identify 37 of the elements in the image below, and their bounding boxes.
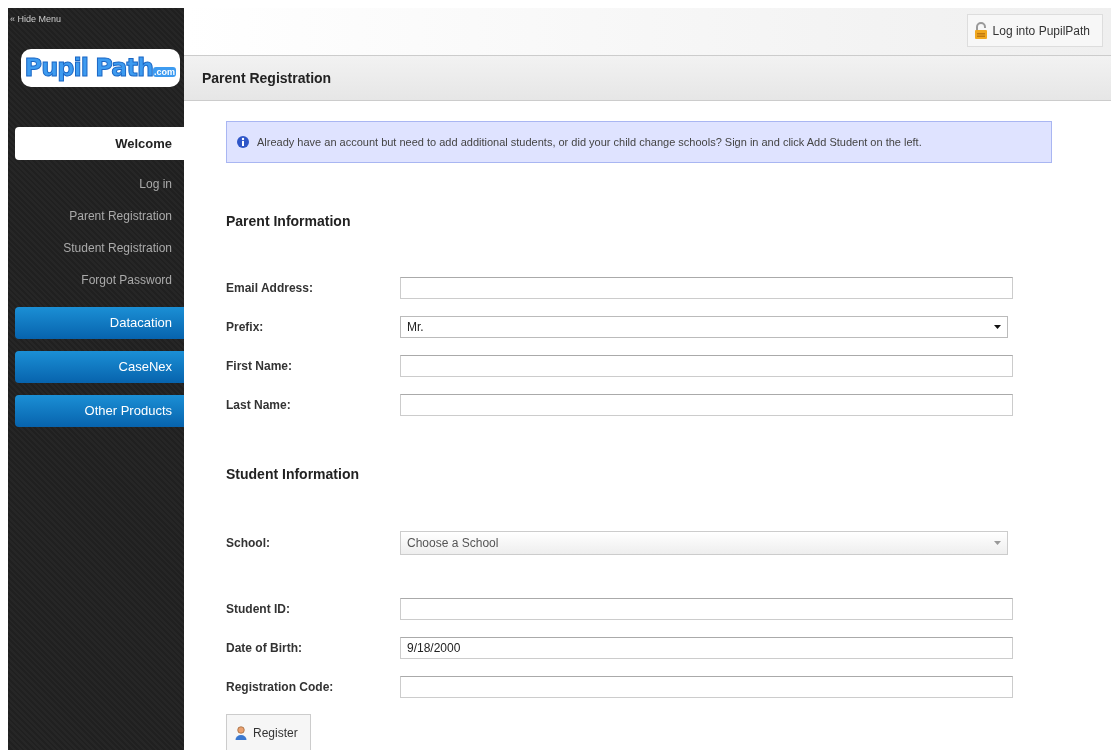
field-label: School: — [226, 536, 271, 550]
field-label: First Name: — [226, 358, 294, 373]
input-field[interactable]: 9/18/2000 — [400, 636, 1013, 659]
field-label: Date of Birth: — [226, 640, 303, 655]
input-field[interactable] — [400, 675, 1013, 698]
input-field[interactable] — [400, 393, 1013, 416]
caret-icon — [994, 541, 1001, 545]
field-label: Email Address: — [226, 280, 314, 295]
caret-icon — [994, 324, 1001, 329]
person-icon — [235, 726, 247, 740]
field-label: Last Name: — [226, 397, 292, 412]
prefix-dropdown[interactable]: Mr. — [400, 315, 1008, 338]
padlock-icon — [973, 22, 988, 39]
product-button[interactable]: Datacation — [15, 307, 184, 339]
input-field[interactable] — [400, 354, 1013, 377]
sidebar-link[interactable]: Student Registration — [8, 232, 184, 264]
section-heading: Parent Information — [226, 213, 352, 229]
school-dropdown[interactable]: Choose a School — [400, 531, 1008, 555]
login-button[interactable]: Log into PupilPath — [966, 14, 1103, 47]
section-heading: Student Information — [226, 466, 360, 482]
input-field[interactable] — [400, 276, 1013, 299]
hide-menu-link[interactable]: « Hide Menu — [8, 8, 62, 24]
pupil-path-logo: Pupil Path.com — [20, 49, 180, 87]
sidebar-tab[interactable]: Welcome — [15, 127, 184, 160]
info-icon — [237, 136, 249, 148]
register-button[interactable]: Register — [226, 714, 311, 750]
input-field[interactable] — [400, 597, 1013, 620]
field-label: Prefix: — [226, 319, 265, 334]
product-button[interactable]: Other Products — [15, 395, 184, 427]
sidebar-link[interactable]: Parent Registration — [8, 200, 184, 232]
sidebar-link[interactable]: Forgot Password — [8, 264, 184, 296]
product-button[interactable]: CaseNex — [15, 351, 184, 383]
page-title: Parent Registration — [184, 56, 1111, 101]
notice-text: Already have an account but need to add additional students, or did your child change schools? Sign in and click Add Student on the left. — [257, 136, 922, 148]
field-label: Student ID: — [226, 601, 291, 616]
sidebar-link[interactable]: Log in — [8, 168, 184, 200]
field-label: Registration Code: — [226, 679, 335, 694]
